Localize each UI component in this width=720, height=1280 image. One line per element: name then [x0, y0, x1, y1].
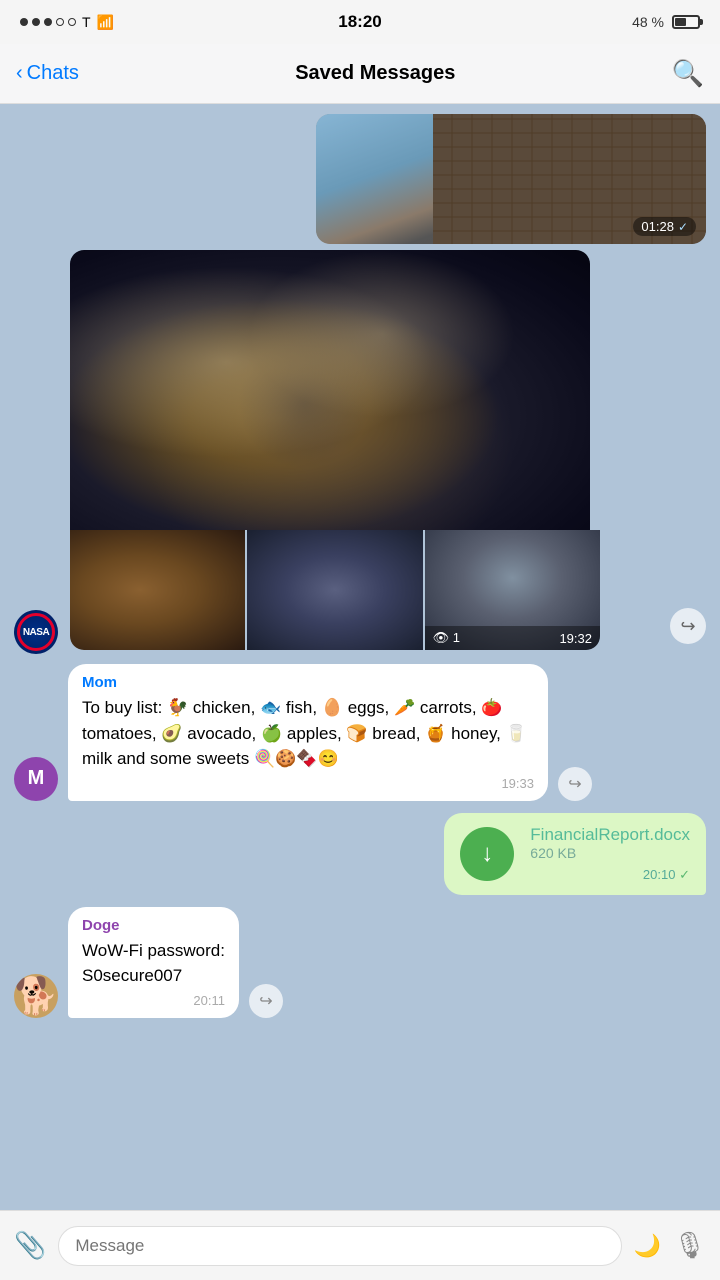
nav-bar: ‹ Chats Saved Messages 🔍: [0, 44, 720, 104]
carrier-label: T: [82, 14, 91, 30]
mom-message-text: To buy list: 🐓 chicken, 🐟 fish, 🥚 eggs, …: [82, 695, 534, 772]
building-message: 01:28 ✓: [0, 114, 720, 250]
mom-message-time: 19:33: [82, 776, 534, 791]
file-time: 20:10 ✓: [530, 867, 690, 883]
view-count: 1: [453, 630, 460, 645]
file-info: FinancialReport.docx 620 KB 20:10 ✓: [530, 825, 690, 883]
signal-dot-1: [20, 18, 28, 26]
nasa-ring: [17, 613, 55, 651]
forward-button-mom[interactable]: ↪: [558, 767, 592, 801]
status-bar: T 📶 18:20 48 %: [0, 0, 720, 44]
building-photo-bubble[interactable]: 01:28 ✓: [316, 114, 706, 244]
bottom-spacer: [0, 1024, 720, 1104]
doge-sender-name: Doge: [82, 917, 225, 934]
signal-dot-2: [32, 18, 40, 26]
voice-button[interactable]: 🎙: [673, 1230, 706, 1261]
battery-fill: [675, 18, 686, 26]
doge-message-row: 🐕 Doge WoW-Fi password: S0secure007 20:1…: [0, 901, 720, 1024]
page-title: Saved Messages: [295, 62, 455, 85]
building-time: 01:28: [641, 219, 674, 234]
thumb-overlay: 👁 1 19:32: [425, 626, 600, 650]
signal-dot-5: [68, 18, 76, 26]
jupiter-thumb-img-2: [247, 530, 422, 650]
signal-strength: [20, 18, 76, 26]
file-bubble: ↓ FinancialReport.docx 620 KB 20:10 ✓: [444, 813, 706, 895]
jupiter-thumb-3[interactable]: 👁 1 19:32: [425, 530, 600, 650]
check-mark-icon: ✓: [678, 220, 688, 234]
back-label[interactable]: Chats: [27, 62, 79, 85]
mom-sender-name: Mom: [82, 674, 534, 691]
jupiter-thumb-img-1: [70, 530, 245, 650]
nasa-logo: NASA: [14, 610, 58, 654]
building-time-overlay: 01:28 ✓: [633, 217, 696, 236]
file-name: FinancialReport.docx: [530, 825, 690, 845]
file-check-icon: ✓: [679, 867, 690, 882]
doge-avatar: 🐕: [14, 974, 58, 1018]
download-button[interactable]: ↓: [460, 827, 514, 881]
doge-message-time: 20:11: [82, 993, 225, 1008]
chat-area: 01:28 ✓ NASA: [0, 104, 720, 1210]
jupiter-main-image: [70, 250, 590, 530]
doge-message-text: WoW-Fi password: S0secure007: [82, 938, 225, 989]
jupiter-time: 19:32: [559, 631, 592, 646]
message-input[interactable]: [58, 1226, 621, 1266]
battery-percentage: 48 %: [632, 14, 664, 30]
status-time: 18:20: [338, 12, 381, 32]
nasa-avatar: NASA: [14, 610, 58, 654]
file-size: 620 KB: [530, 845, 690, 861]
forward-button-jupiter[interactable]: ↪: [670, 608, 706, 644]
status-left: T 📶: [20, 14, 114, 31]
mom-avatar-letter: M: [28, 767, 45, 790]
chevron-left-icon: ‹: [16, 62, 23, 85]
jupiter-thumb-2[interactable]: [247, 530, 422, 650]
emoji-button[interactable]: 🌙: [634, 1233, 661, 1259]
eye-icon: 👁 1: [433, 630, 460, 646]
battery-icon: [672, 15, 700, 29]
jupiter-album-section: NASA 👁 1 19:32: [0, 250, 720, 654]
wifi-icon: 📶: [97, 14, 114, 31]
search-button[interactable]: 🔍: [672, 58, 704, 89]
status-right: 48 %: [632, 14, 700, 30]
mom-avatar: M: [14, 757, 58, 801]
jupiter-thumbnails: 👁 1 19:32: [70, 530, 600, 650]
jupiter-swirls: [70, 250, 590, 530]
signal-dot-4: [56, 18, 64, 26]
file-message-row: ↓ FinancialReport.docx 620 KB 20:10 ✓: [0, 807, 720, 901]
doge-bubble: Doge WoW-Fi password: S0secure007 20:11: [68, 907, 239, 1018]
back-button[interactable]: ‹ Chats: [16, 62, 79, 85]
attach-button[interactable]: 📎: [14, 1230, 46, 1261]
jupiter-thumb-1[interactable]: [70, 530, 245, 650]
forward-button-doge[interactable]: ↪: [249, 984, 283, 1018]
mom-message-row: M Mom To buy list: 🐓 chicken, 🐟 fish, 🥚 …: [0, 658, 720, 807]
jupiter-photo-bubble[interactable]: 👁 1 19:32: [70, 250, 600, 650]
signal-dot-3: [44, 18, 52, 26]
mom-bubble: Mom To buy list: 🐓 chicken, 🐟 fish, 🥚 eg…: [68, 664, 548, 801]
jupiter-thumb-img-3: 👁 1 19:32: [425, 530, 600, 650]
input-bar: 📎 🌙 🎙: [0, 1210, 720, 1280]
